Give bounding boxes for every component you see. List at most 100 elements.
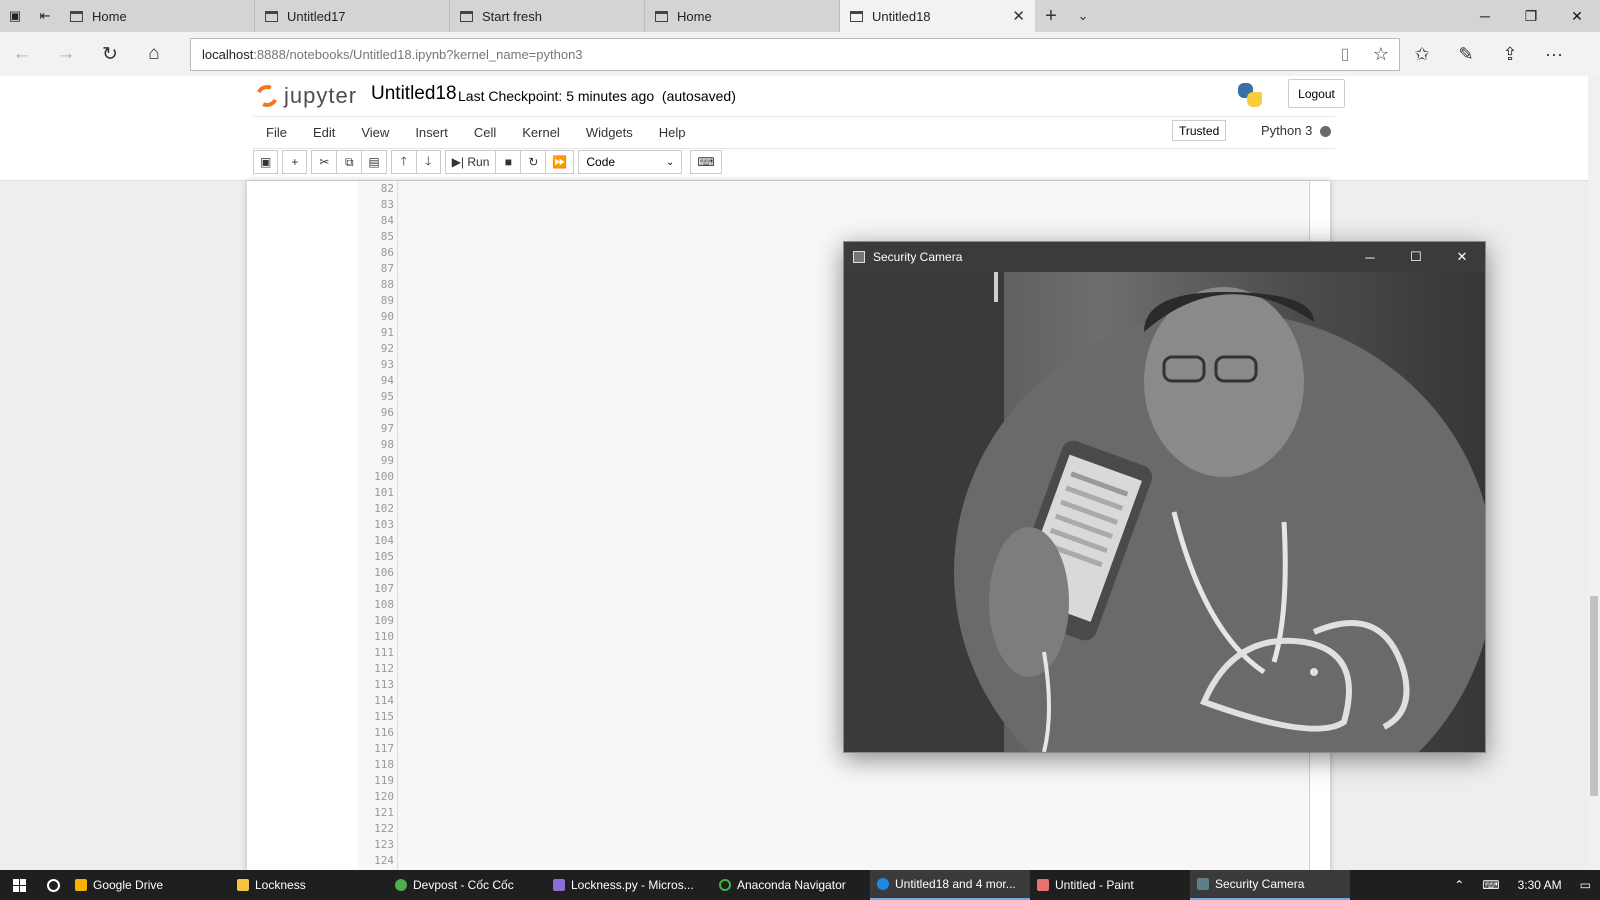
keyboard-icon[interactable]: ⌨: [1473, 878, 1508, 892]
page-icon: [70, 10, 83, 22]
camera-frame-drawing: [844, 272, 1485, 752]
cut-icon[interactable]: ✂: [311, 150, 337, 174]
minimize-icon[interactable]: ─: [1347, 242, 1393, 272]
tab-home-1[interactable]: Home: [60, 0, 255, 32]
page-icon: [655, 10, 668, 22]
google-drive-icon: [75, 879, 87, 891]
tab-home-2[interactable]: Home: [645, 0, 840, 32]
restart-icon[interactable]: ↻: [520, 150, 546, 174]
menu-edit[interactable]: Edit: [300, 125, 348, 140]
line-number: 109: [374, 614, 394, 627]
restart-run-all-icon[interactable]: ⏩: [545, 150, 575, 174]
cell-type-select[interactable]: Code ⌄: [578, 150, 683, 174]
trusted-badge[interactable]: Trusted: [1172, 120, 1227, 141]
action-center-icon[interactable]: ▭: [1571, 878, 1600, 892]
python-logo-icon: [1236, 81, 1264, 109]
taskbar-item-anaconda[interactable]: Anaconda Navigator: [712, 870, 870, 900]
line-number: 100: [374, 470, 394, 483]
jupyter-logo[interactable]: jupyter: [252, 80, 357, 112]
menu-file[interactable]: File: [253, 125, 300, 140]
page-scrollbar[interactable]: [1588, 76, 1600, 870]
menu-insert[interactable]: Insert: [402, 125, 461, 140]
line-number: 108: [374, 598, 394, 611]
web-note-icon[interactable]: ✎: [1444, 32, 1488, 76]
home-icon[interactable]: ⌂: [132, 32, 176, 76]
line-number: 112: [374, 662, 394, 675]
clock[interactable]: 3:30 AM: [1509, 878, 1571, 892]
paste-icon[interactable]: ▤: [361, 150, 387, 174]
page-icon: [265, 10, 278, 22]
kernel-name: Python 3: [1261, 123, 1313, 138]
logout-button[interactable]: Logout: [1288, 79, 1345, 108]
run-button[interactable]: ▶| Run: [444, 150, 496, 174]
edge-icon: [877, 878, 889, 890]
move-down-icon[interactable]: 🡓: [415, 150, 441, 174]
scrollbar-thumb[interactable]: [1590, 596, 1598, 796]
copy-icon[interactable]: ⧉: [336, 150, 362, 174]
page-icon: [460, 10, 473, 22]
add-cell-icon[interactable]: +: [282, 150, 308, 174]
taskbar-item-lockness[interactable]: Lockness: [230, 870, 388, 900]
line-number: 103: [374, 518, 394, 531]
line-number: 86: [380, 246, 394, 259]
kernel-status-icon: [1320, 126, 1331, 137]
tab-start-fresh[interactable]: Start fresh: [450, 0, 645, 32]
windows-start-icon[interactable]: [0, 870, 38, 900]
tab-untitled17[interactable]: Untitled17: [255, 0, 450, 32]
folder-icon: [237, 879, 249, 891]
more-icon[interactable]: ···: [1532, 32, 1576, 76]
taskbar-item-devpost[interactable]: Devpost - Cốc Cốc: [388, 870, 546, 900]
share-icon[interactable]: ⇪: [1488, 32, 1532, 76]
taskbar-item-google-drive[interactable]: Google Drive: [68, 870, 230, 900]
set-tabs-aside-icon[interactable]: ⇤: [30, 0, 60, 32]
security-camera-window[interactable]: Security Camera ─ ☐ ✕: [843, 241, 1486, 753]
maximize-icon[interactable]: ☐: [1393, 242, 1439, 272]
line-number-gutter: 82 83 84 85 86 87 88 89 90 91 92 93 94 9…: [358, 181, 398, 870]
forward-arrow-icon[interactable]: →: [44, 32, 88, 76]
tabs-aside-icon[interactable]: ▣: [0, 0, 30, 32]
favorite-star-icon[interactable]: ☆: [1363, 44, 1399, 65]
line-number: 85: [380, 230, 394, 243]
tab-list-chevron-icon[interactable]: ⌄: [1067, 0, 1099, 32]
tray-chevron-up-icon[interactable]: ⌃: [1445, 878, 1473, 892]
menu-cell[interactable]: Cell: [461, 125, 509, 140]
address-bar[interactable]: localhost:8888/notebooks/Untitled18.ipyn…: [190, 37, 1400, 71]
new-tab-icon[interactable]: +: [1035, 0, 1067, 32]
menu-help[interactable]: Help: [646, 125, 699, 140]
taskbar-item-paint[interactable]: Untitled - Paint: [1030, 870, 1190, 900]
coc-coc-browser-icon: [395, 879, 407, 891]
refresh-icon[interactable]: ↻: [88, 32, 132, 76]
line-number: 114: [374, 694, 394, 707]
line-number: 106: [374, 566, 394, 579]
menu-widgets[interactable]: Widgets: [573, 125, 646, 140]
move-up-icon[interactable]: 🡑: [390, 150, 416, 174]
close-icon[interactable]: ✕: [1439, 242, 1485, 272]
reading-view-icon[interactable]: ▯: [1327, 44, 1363, 64]
notebook-name[interactable]: Untitled18: [371, 83, 457, 105]
line-number: 97: [380, 422, 394, 435]
close-icon[interactable]: ✕: [1554, 0, 1600, 32]
line-number: 94: [380, 374, 394, 387]
line-number: 122: [374, 822, 394, 835]
minimize-icon[interactable]: ─: [1462, 0, 1508, 32]
taskbar-item-vscode[interactable]: Lockness.py - Micros...: [546, 870, 712, 900]
tab-untitled18[interactable]: Untitled18 ✕: [840, 0, 1035, 32]
run-icon: ▶|: [451, 155, 465, 169]
menu-kernel[interactable]: Kernel: [509, 125, 573, 140]
line-number: 84: [380, 214, 394, 227]
keyboard-icon[interactable]: ⌨: [690, 150, 722, 174]
menu-view[interactable]: View: [348, 125, 402, 140]
camera-window-titlebar[interactable]: Security Camera ─ ☐ ✕: [844, 242, 1485, 272]
line-number: 96: [380, 406, 394, 419]
restore-icon[interactable]: ❐: [1508, 0, 1554, 32]
save-icon[interactable]: ▣: [253, 150, 279, 174]
close-tab-icon[interactable]: ✕: [1012, 7, 1025, 25]
back-arrow-icon[interactable]: ←: [0, 32, 44, 76]
favorites-hub-icon[interactable]: ✩: [1400, 32, 1444, 76]
window-controls: ─ ❐ ✕: [1462, 0, 1600, 32]
taskbar-item-security-camera[interactable]: Security Camera: [1190, 870, 1350, 900]
interrupt-icon[interactable]: ■: [495, 150, 521, 174]
cortana-search-icon[interactable]: [38, 870, 68, 900]
taskbar-item-edge[interactable]: Untitled18 and 4 mor...: [870, 870, 1030, 900]
line-number: 95: [380, 390, 394, 403]
